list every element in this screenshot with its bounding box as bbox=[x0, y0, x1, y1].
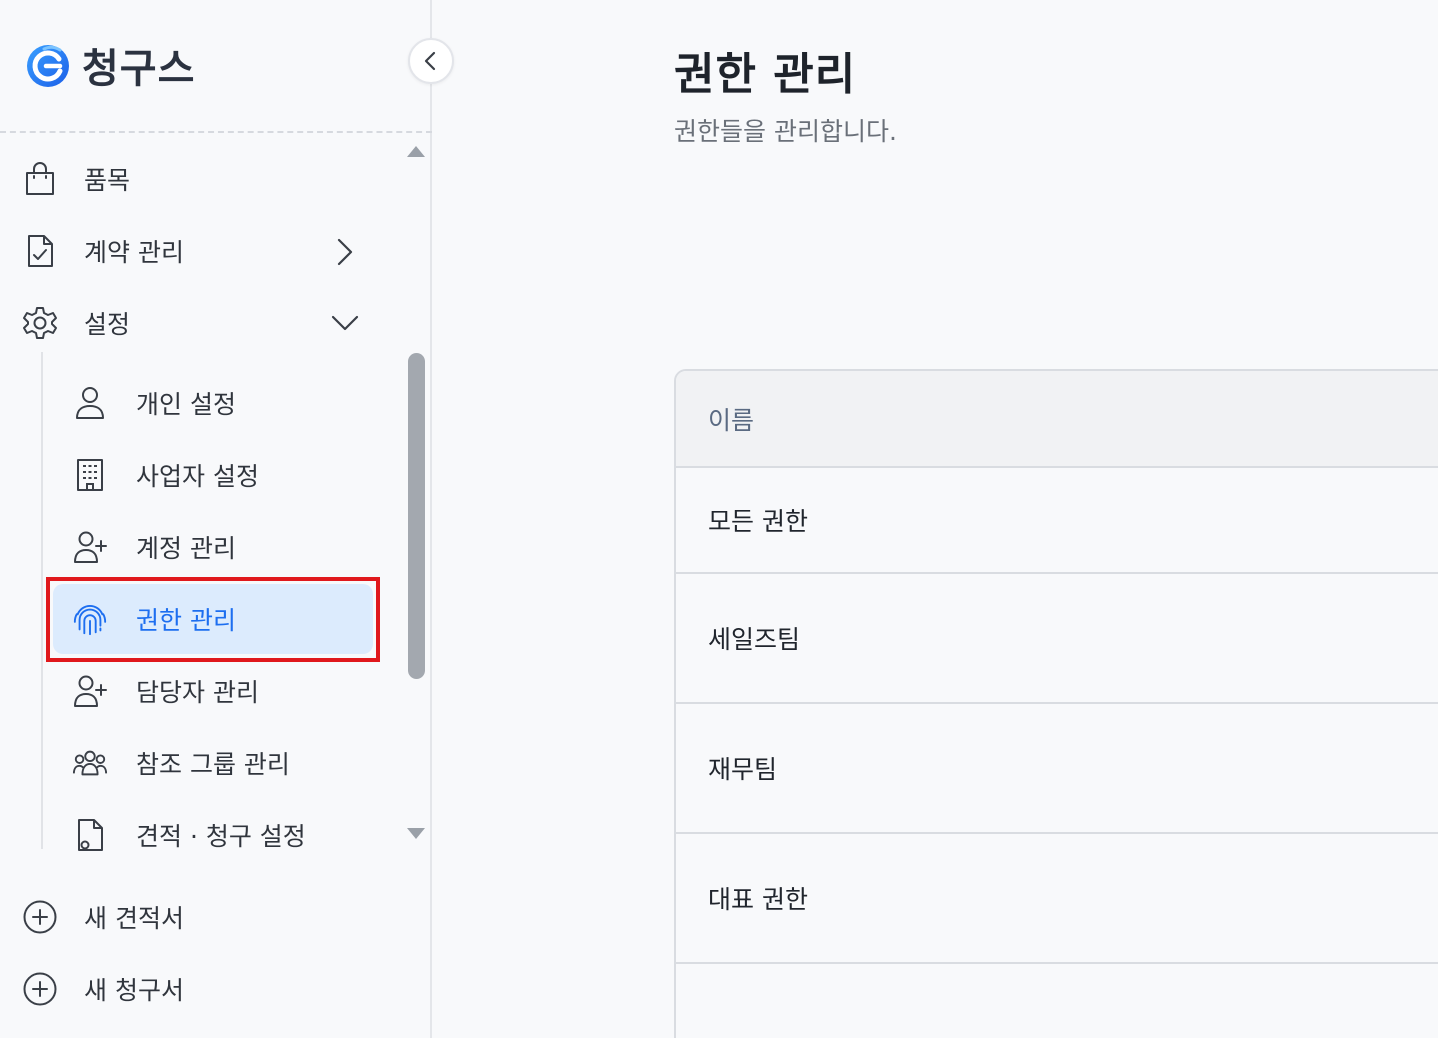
table-row[interactable]: 재무팀 bbox=[676, 704, 1438, 834]
sidebar-item-contracts[interactable]: 계약 관리 bbox=[22, 233, 184, 269]
sidebar-item-label: 계정 관리 bbox=[136, 534, 236, 563]
sidebar-item-accounts[interactable]: 계정 관리 bbox=[72, 529, 236, 565]
sidebar-item-quote-invoice-settings[interactable]: 견적 · 청구 설정 bbox=[72, 817, 306, 853]
user-plus-icon bbox=[72, 529, 108, 565]
sidebar: 청구스 품목 계약 관리 설정 개인 설정 사업자 설정 계정 관리 권한 관리… bbox=[0, 0, 454, 1038]
plus-circle-icon bbox=[22, 971, 58, 1007]
chevron-right-icon[interactable] bbox=[334, 237, 356, 267]
app-name: 청구스 bbox=[82, 46, 196, 92]
sidebar-divider bbox=[0, 131, 432, 133]
new-invoice-button[interactable]: 새 청구서 bbox=[22, 971, 184, 1007]
user-plus-icon bbox=[72, 673, 108, 709]
highlight-annotation-box bbox=[46, 577, 380, 662]
permissions-table: 이름 모든 권한 세일즈팀 재무팀 대표 권한 bbox=[674, 369, 1438, 1038]
gear-icon bbox=[22, 305, 58, 341]
chevron-left-icon bbox=[424, 51, 436, 71]
sidebar-item-label: 개인 설정 bbox=[136, 390, 236, 419]
logo-icon bbox=[27, 45, 69, 87]
users-group-icon bbox=[72, 745, 108, 781]
sidebar-scrollbar-thumb[interactable] bbox=[408, 353, 425, 679]
sidebar-item-items[interactable]: 품목 bbox=[22, 161, 130, 197]
table-cell-name: 모든 권한 bbox=[708, 507, 808, 536]
new-quote-button[interactable]: 새 견적서 bbox=[22, 899, 184, 935]
document-gear-icon bbox=[72, 817, 108, 853]
user-icon bbox=[72, 385, 108, 421]
sidebar-item-reference-groups[interactable]: 참조 그룹 관리 bbox=[72, 745, 290, 781]
sidebar-item-label: 사업자 설정 bbox=[136, 462, 259, 491]
plus-circle-icon bbox=[22, 899, 58, 935]
sidebar-item-label: 담당자 관리 bbox=[136, 678, 259, 707]
sidebar-item-settings[interactable]: 설정 bbox=[22, 305, 130, 341]
shopping-bag-icon bbox=[22, 161, 58, 197]
sidebar-item-label: 계약 관리 bbox=[84, 238, 184, 267]
table-header: 이름 bbox=[676, 371, 1438, 468]
sidebar-item-label: 견적 · 청구 설정 bbox=[136, 822, 306, 851]
new-invoice-label: 새 청구서 bbox=[84, 976, 184, 1005]
page-subtitle: 권한들을 관리합니다. bbox=[674, 117, 897, 146]
sidebar-item-label: 설정 bbox=[84, 310, 131, 339]
submenu-tree-line bbox=[41, 352, 43, 849]
column-header-name[interactable]: 이름 bbox=[708, 401, 754, 437]
app-root: 청구스 품목 계약 관리 설정 개인 설정 사업자 설정 계정 관리 권한 관리… bbox=[0, 0, 1438, 1038]
page-title: 권한 관리 bbox=[674, 49, 857, 100]
scroll-up-arrow[interactable] bbox=[407, 146, 425, 157]
document-check-icon bbox=[22, 233, 58, 269]
sidebar-item-managers[interactable]: 담당자 관리 bbox=[72, 673, 259, 709]
chevron-down-icon[interactable] bbox=[330, 312, 360, 334]
scroll-down-arrow[interactable] bbox=[407, 828, 425, 839]
app-logo[interactable]: 청구스 bbox=[24, 36, 195, 94]
main-content: 권한 관리 권한들을 관리합니다. 이름 모든 권한 세일즈팀 재무팀 대표 권… bbox=[434, 0, 1438, 1038]
table-row[interactable]: 세일즈팀 bbox=[676, 574, 1438, 704]
building-icon bbox=[72, 457, 108, 493]
sidebar-item-label: 품목 bbox=[84, 166, 131, 195]
sidebar-item-business-settings[interactable]: 사업자 설정 bbox=[72, 457, 259, 493]
table-row[interactable]: 대표 권한 bbox=[676, 834, 1438, 964]
new-quote-label: 새 견적서 bbox=[84, 904, 184, 933]
table-cell-name: 세일즈팀 bbox=[708, 625, 801, 654]
table-cell-name: 대표 권한 bbox=[708, 885, 808, 914]
sidebar-item-label: 참조 그룹 관리 bbox=[136, 750, 290, 779]
sidebar-item-personal-settings[interactable]: 개인 설정 bbox=[72, 385, 236, 421]
table-cell-name: 재무팀 bbox=[708, 755, 778, 784]
table-row[interactable]: 모든 권한 bbox=[676, 468, 1438, 574]
sidebar-collapse-button[interactable] bbox=[408, 38, 454, 84]
